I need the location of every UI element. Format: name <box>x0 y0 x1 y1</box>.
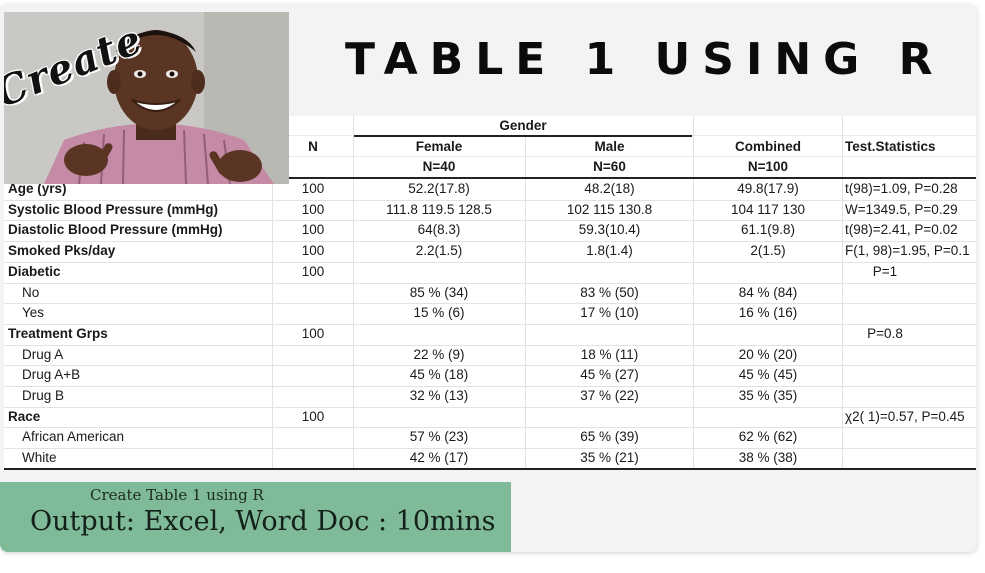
row-label: Drug B <box>22 388 65 403</box>
cell-male: 1.8(1.4) <box>586 243 633 258</box>
cell-combined: 61.1(9.8) <box>740 222 796 237</box>
cell-female: 2.2(1.5) <box>415 243 463 258</box>
cell-combined: 49.8(17.9) <box>737 181 799 196</box>
row-label: Treatment Grps <box>8 326 108 341</box>
cell-n: 100 <box>301 409 325 424</box>
page-title: TABLE 1 USING R <box>345 34 945 85</box>
row-label: Drug A <box>22 347 64 362</box>
cell-combined: 45 % (45) <box>738 367 798 382</box>
row-label: White <box>22 450 57 465</box>
cell-female: 52.2(17.8) <box>408 181 470 196</box>
header-female: Female <box>415 139 463 154</box>
row-label: Yes <box>22 305 45 320</box>
cell-n: 100 <box>301 243 325 258</box>
row-label: Smoked Pks/day <box>8 243 116 258</box>
row-label: Drug A+B <box>22 367 81 382</box>
cell-female: 57 % (23) <box>409 429 469 444</box>
cell-test: P=0.8 <box>867 326 903 341</box>
cell-combined: 104 117 130 <box>730 202 806 217</box>
cell-test: t(98)=1.09, P=0.28 <box>845 181 958 196</box>
cell-male: 48.2(18) <box>584 181 635 196</box>
header-male: Male <box>594 139 625 154</box>
row-label: Race <box>8 409 41 424</box>
header-test-statistics: Test.Statistics <box>845 139 936 154</box>
banner-subtitle: Create Table 1 using R <box>90 486 264 504</box>
cell-female: 22 % (9) <box>413 347 465 362</box>
cell-female: 85 % (34) <box>409 285 469 300</box>
cell-female: 45 % (18) <box>409 367 469 382</box>
cell-female: 64(8.3) <box>417 222 461 237</box>
cell-male: 17 % (10) <box>580 305 639 320</box>
cell-combined: 35 % (35) <box>738 388 798 403</box>
cell-female: 32 % (13) <box>409 388 469 403</box>
cell-male: 65 % (39) <box>580 429 639 444</box>
cell-male: 102 115 130.8 <box>566 202 653 217</box>
cell-male: 83 % (50) <box>580 285 639 300</box>
cell-male: 59.3(10.4) <box>578 222 641 237</box>
cell-combined: 84 % (84) <box>738 285 798 300</box>
cell-test: W=1349.5, P=0.29 <box>845 202 958 217</box>
cell-test: t(98)=2.41, P=0.02 <box>845 222 958 237</box>
cell-female: 42 % (17) <box>409 450 469 465</box>
cell-combined: 2(1.5) <box>750 243 786 258</box>
header-male-n: N=60 <box>593 159 626 174</box>
row-label: Diastolic Blood Pressure (mmHg) <box>8 222 223 237</box>
cell-male: 18 % (11) <box>580 347 639 362</box>
cell-combined: 16 % (16) <box>738 305 798 320</box>
header-combined-n: N=100 <box>747 159 789 174</box>
row-label: African American <box>22 429 125 444</box>
header-combined: Combined <box>735 139 801 154</box>
cell-male: 45 % (27) <box>580 367 639 382</box>
cell-test: P=1 <box>872 264 898 279</box>
banner-main-text: Output: Excel, Word Doc : 10mins <box>30 506 496 537</box>
cell-male: 35 % (21) <box>580 450 639 465</box>
cell-female: 15 % (6) <box>413 305 465 320</box>
cell-combined: 38 % (38) <box>738 450 798 465</box>
cell-n: 100 <box>301 264 325 279</box>
thumbnail-card: Gender N Female N=40 Male N=60 Combined … <box>0 4 977 552</box>
cell-n: 100 <box>301 202 325 217</box>
cell-male: 37 % (22) <box>580 388 639 403</box>
row-label: No <box>22 285 40 300</box>
cell-female: 111.8 119.5 128.5 <box>386 202 492 217</box>
cell-combined: 20 % (20) <box>738 347 798 362</box>
row-label: Diabetic <box>8 264 61 279</box>
output-banner: Create Table 1 using R Output: Excel, Wo… <box>0 482 511 552</box>
cell-test: F(1, 98)=1.95, P=0.1 <box>845 243 970 258</box>
row-label: Systolic Blood Pressure (mmHg) <box>8 202 219 217</box>
gender-group-header: Gender <box>499 118 547 133</box>
cell-n: 100 <box>301 326 325 341</box>
header-female-n: N=40 <box>422 159 456 174</box>
cell-test: χ2( 1)=0.57, P=0.45 <box>845 409 965 424</box>
cell-n: 100 <box>301 222 325 237</box>
bottom-rule <box>4 468 976 470</box>
presenter-photo: Create <box>4 12 289 184</box>
cell-combined: 62 % (62) <box>738 429 798 444</box>
